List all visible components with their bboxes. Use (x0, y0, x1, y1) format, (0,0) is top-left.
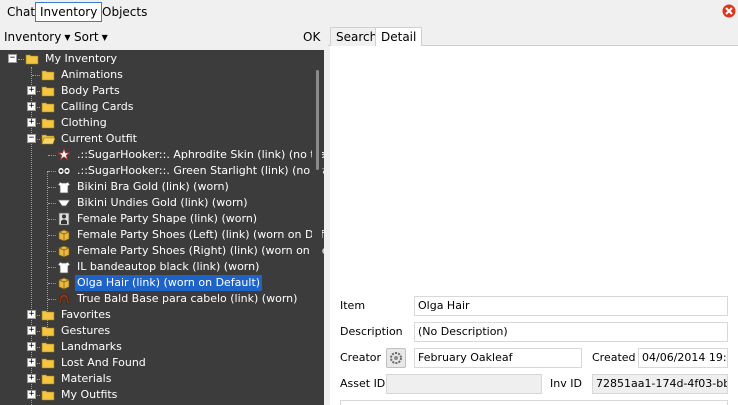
tree-row-label: My Outfits (61, 388, 118, 401)
gestures-folder-icon (41, 326, 55, 337)
tree-row-label: Materials (61, 372, 112, 385)
sort-dropdown[interactable]: Sort ▼ (74, 29, 108, 46)
menu-objects[interactable]: Objects (97, 2, 152, 22)
tree-row-label: Current Outfit (61, 132, 137, 145)
tree-row-label: Landmarks (61, 340, 122, 353)
tree-row-label: .::SugarHooker::. Aphrodite Skin (link) … (77, 148, 324, 161)
tab-bar: Search Detail (328, 26, 738, 47)
tree-line (48, 235, 56, 236)
created-label: Created (592, 351, 636, 364)
tree-line (48, 171, 56, 172)
callingcards-folder-icon (41, 102, 55, 113)
landmarks-folder-icon (41, 342, 55, 353)
lostfound-folder-icon (41, 358, 55, 369)
shirt-icon (57, 181, 71, 194)
caret-down-icon: ▼ (101, 33, 108, 42)
inventory-tree[interactable]: − My Inventory + + + − + + + + + + Animations Body … (0, 50, 324, 405)
tree-row-label: Female Party Shape (link) (worn) (77, 212, 258, 225)
expand-toggle[interactable]: + (27, 86, 36, 95)
tree-line (48, 219, 56, 220)
tree-line (32, 75, 40, 76)
bodyparts-folder-icon (41, 86, 55, 97)
skin-icon (57, 148, 71, 161)
favorites-folder-icon (41, 310, 55, 321)
animation-folder-icon (41, 70, 55, 81)
tree-row-label: Calling Cards (61, 100, 134, 113)
detail-content: Item Olga Hair Description (No Descripti… (330, 46, 738, 405)
description-field[interactable]: (No Description) (414, 322, 728, 342)
tree-row-label: Clothing (61, 116, 107, 129)
creator-profile-button[interactable] (386, 348, 406, 368)
tree-row-label: True Bald Base para cabelo (link) (worn) (77, 292, 298, 305)
tree-row-label: Gestures (61, 324, 111, 337)
eyes-icon (57, 167, 71, 175)
tree-line (48, 203, 56, 204)
tree-row-label: Body Parts (61, 84, 120, 97)
expand-toggle[interactable]: + (27, 102, 36, 111)
expand-toggle[interactable]: + (27, 310, 36, 319)
collapse-toggle[interactable]: − (27, 134, 36, 143)
creator-field[interactable]: February Oakleaf (414, 348, 582, 368)
tree-row-label: Olga Hair (link) (worn on Default) (75, 275, 263, 291)
top-menubar: Chat Inventory Objects (0, 0, 738, 24)
expand-toggle[interactable]: + (27, 326, 36, 335)
tree-row-label: Lost And Found (61, 356, 146, 369)
tree-line (18, 59, 24, 60)
object-box-icon (58, 277, 70, 290)
tree-row-label: .::SugarHooker::. Green Starlight (link)… (77, 164, 324, 177)
expand-toggle[interactable]: + (27, 390, 36, 399)
tree-row-label: Animations (61, 68, 123, 81)
menu-inventory[interactable]: Inventory (35, 2, 103, 22)
tshirt-icon (57, 261, 71, 274)
inventory-toolbar: Inventory ▼ Sort ▼ OK (0, 26, 324, 48)
tree-line (48, 283, 56, 284)
clothing-folder-icon (41, 118, 55, 129)
tree-line (48, 155, 56, 156)
tree-row-label: IL bandeautop black (link) (worn) (77, 260, 260, 273)
gear-icon (390, 352, 402, 364)
tree-line (48, 187, 56, 188)
current-outfit-folder-icon (41, 134, 55, 145)
next-field (340, 400, 728, 405)
created-field: 04/06/2014 19:1 (638, 348, 728, 368)
caret-down-icon: ▼ (64, 33, 71, 42)
tree-row-label: Female Party Shoes (Left) (link) (worn o… (77, 228, 324, 241)
hair-icon (58, 293, 70, 305)
inv-id-label: Inv ID (550, 377, 582, 390)
detail-panel: Search Detail Item Olga Hair Description… (328, 26, 738, 405)
ok-button[interactable]: OK (303, 29, 320, 45)
object-box-icon (58, 229, 70, 242)
tree-row-label: Favorites (61, 308, 111, 321)
description-label: Description (340, 325, 403, 338)
collapse-toggle[interactable]: − (8, 54, 17, 63)
shape-icon (58, 212, 70, 226)
close-icon[interactable] (722, 4, 736, 18)
expand-toggle[interactable]: + (27, 358, 36, 367)
folder-open-icon (25, 54, 39, 65)
tree-line (48, 299, 56, 300)
creator-label: Creator (340, 351, 382, 364)
item-field[interactable]: Olga Hair (414, 296, 728, 316)
expand-toggle[interactable]: + (27, 118, 36, 127)
outfits-folder-icon (41, 390, 55, 401)
tree-line (48, 267, 56, 268)
object-box-icon (58, 245, 70, 258)
tree-row-label: Bikini Undies Gold (link) (worn) (77, 196, 248, 209)
item-label: Item (340, 299, 366, 312)
inventory-panel: Inventory ▼ Sort ▼ OK − My Inventory + + + − +… (0, 26, 324, 405)
inventory-dropdown[interactable]: Inventory ▼ (4, 29, 70, 46)
folder-icon (41, 374, 55, 385)
asset-id-label: Asset ID (340, 377, 386, 390)
asset-id-field[interactable] (386, 374, 542, 394)
expand-toggle[interactable]: + (27, 342, 36, 351)
expand-toggle[interactable]: + (27, 374, 36, 383)
tree-row-label: Female Party Shoes (Right) (link) (worn … (77, 244, 324, 257)
underpants-icon (57, 199, 71, 207)
tree-line (48, 251, 56, 252)
inv-id-field[interactable]: 72851aa1-174d-4f03-bb25 (592, 374, 728, 394)
tab-detail[interactable]: Detail (375, 27, 423, 47)
tree-scroll-thumb[interactable] (316, 70, 319, 170)
tree-row-label: Bikini Bra Gold (link) (worn) (77, 180, 229, 193)
